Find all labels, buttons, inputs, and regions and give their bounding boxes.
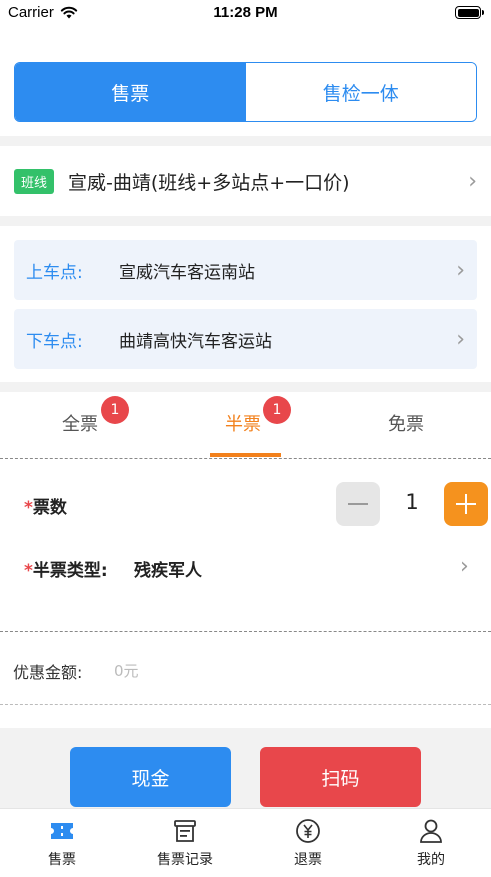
dashed-divider [0, 458, 491, 459]
discount-amount-value: 0元 [114, 662, 139, 680]
half-ticket-type-label[interactable]: *半票类型: [24, 556, 108, 581]
tab-free-ticket[interactable]: 免票 [388, 410, 424, 436]
tabbar-label: 我的 [417, 852, 445, 868]
boarding-stop-selector[interactable]: 上车点: 宣威汽车客运南站 › [14, 240, 477, 300]
bottom-tab-bar: 售票 售票记录 退票 我的 [0, 808, 491, 877]
increment-button[interactable] [444, 482, 488, 526]
tabbar-label: 售票 [48, 852, 76, 868]
required-mark: * [24, 561, 33, 581]
chevron-right-icon: › [468, 168, 477, 194]
battery-icon [455, 6, 484, 19]
route-name: 宣威-曲靖(班线+多站点+一口价) [68, 171, 350, 194]
tabbar-item-refund[interactable]: 退票 [258, 817, 358, 869]
route-selector[interactable]: 班线 宣威-曲靖(班线+多站点+一口价) › [0, 146, 491, 216]
ticket-count-value: 1 [405, 490, 419, 514]
ticket-count-label-text: 票数 [32, 498, 67, 518]
mode-segmented-control: 售票 售检一体 [14, 62, 477, 122]
alighting-stop-value: 曲靖高快汽车客运站 [119, 331, 272, 352]
tabbar-item-records[interactable]: 售票记录 [135, 817, 235, 869]
half-ticket-type-label-text: 半票类型: [32, 561, 108, 581]
record-icon [174, 820, 196, 842]
section-divider [0, 216, 491, 226]
plus-icon [456, 494, 476, 514]
scan-payment-button[interactable]: 扫码 [260, 747, 421, 807]
cash-payment-button[interactable]: 现金 [70, 747, 231, 807]
tab-sell-and-check[interactable]: 售检一体 [245, 63, 476, 121]
alighting-stop-selector[interactable]: 下车点: 曲靖高快汽车客运站 › [14, 309, 477, 369]
boarding-stop-label: 上车点: [26, 262, 83, 283]
user-icon [420, 819, 442, 843]
required-mark: * [24, 498, 33, 518]
decrement-button[interactable] [336, 482, 380, 526]
discount-amount-label: 优惠金额: [13, 663, 83, 682]
dashed-divider [0, 631, 491, 632]
route-type-badge: 班线 [14, 168, 55, 194]
half-ticket-type-value[interactable]: 残疾军人 [134, 556, 202, 581]
tab-sell-ticket[interactable]: 售票 [15, 63, 246, 121]
dashed-divider [0, 704, 491, 705]
tab-half-ticket[interactable]: 半票 [225, 410, 261, 436]
half-ticket-count-badge: 1 [263, 396, 291, 424]
alighting-stop-label: 下车点: [26, 331, 83, 352]
tabbar-label: 售票记录 [157, 852, 213, 868]
chevron-right-icon: › [456, 326, 465, 352]
active-tab-indicator [210, 453, 281, 457]
ticket-icon [51, 823, 73, 839]
chevron-right-icon[interactable]: › [460, 554, 469, 579]
tab-full-ticket[interactable]: 全票 [62, 410, 98, 436]
status-bar: Carrier 11:28 PM [0, 0, 491, 28]
full-ticket-count-badge: 1 [101, 396, 129, 424]
ticket-type-tabs: 全票 1 半票 1 免票 [0, 392, 491, 458]
minus-icon [348, 503, 368, 505]
section-divider [0, 382, 491, 392]
chevron-right-icon: › [456, 257, 465, 283]
tabbar-label: 退票 [294, 852, 322, 868]
section-divider [0, 136, 491, 146]
boarding-stop-value: 宣威汽车客运南站 [119, 262, 255, 283]
status-time: 11:28 PM [213, 4, 278, 21]
refund-yen-icon [296, 819, 320, 843]
tabbar-item-sell[interactable]: 售票 [12, 817, 112, 869]
tabbar-item-mine[interactable]: 我的 [381, 817, 481, 869]
ticket-count-label: *票数 [24, 493, 67, 518]
